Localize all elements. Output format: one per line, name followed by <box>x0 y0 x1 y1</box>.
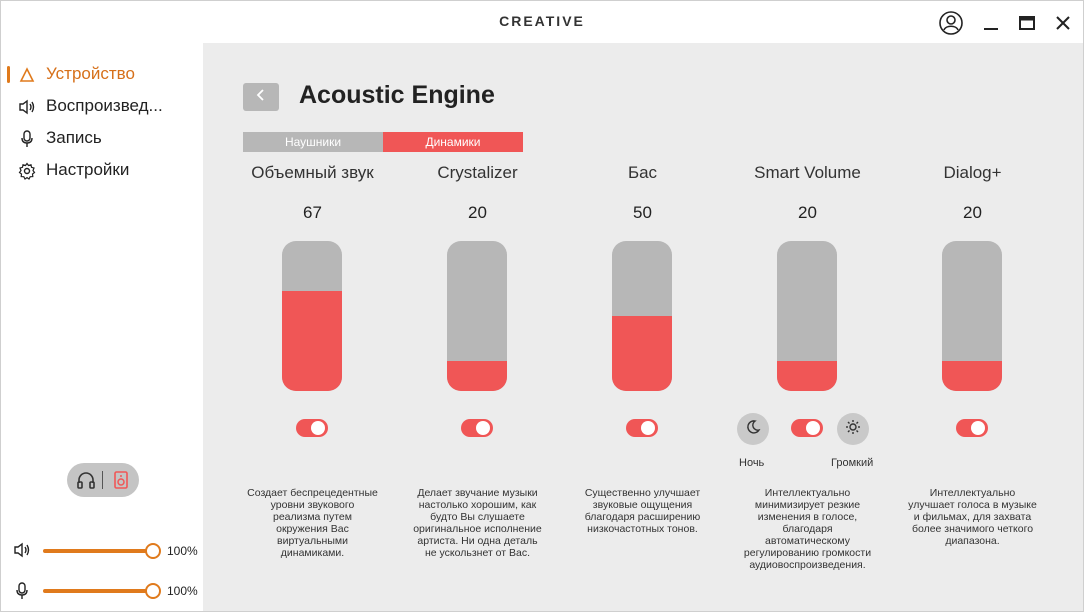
app-window: CREATIVE Устройство Воспроизвед... Запис… <box>0 0 1084 612</box>
minimize-icon[interactable] <box>977 9 1005 37</box>
effect-value: 67 <box>303 203 322 222</box>
tab-speakers[interactable]: Динамики <box>383 132 523 152</box>
effect-description: Делает звучание музыки настолько хорошим… <box>413 487 542 559</box>
maximize-icon[interactable] <box>1013 9 1041 37</box>
effect-crystalizer: Crystalizer 20 Делает звучание музыки на… <box>395 161 560 611</box>
effect-level-slider[interactable] <box>942 241 1002 391</box>
sidebar-item-device[interactable]: Устройство <box>1 59 203 89</box>
toggle-knob <box>971 421 985 435</box>
effect-title: Crystalizer <box>437 163 518 182</box>
speaker-icon <box>13 541 33 561</box>
effect-value: 20 <box>963 203 982 222</box>
effect-value: 20 <box>468 203 487 222</box>
device-icon <box>17 65 37 85</box>
effect-dialog-plus: Dialog+ 20 Интеллектуально улучшает голо… <box>890 161 1055 611</box>
effect-value: 50 <box>633 203 652 222</box>
microphone-icon <box>13 581 33 601</box>
toggle-knob <box>806 421 820 435</box>
toggle-knob <box>311 421 325 435</box>
brand-logo: CREATIVE <box>499 13 585 29</box>
switch-divider <box>102 471 103 489</box>
mic-volume-value: 100% <box>167 584 198 598</box>
sidebar-item-label: Устройство <box>46 64 135 83</box>
effect-level-slider[interactable] <box>282 241 342 391</box>
effect-level-fill <box>612 316 672 391</box>
effect-title: Dialog+ <box>943 163 1002 182</box>
playback-volume-value: 100% <box>167 544 198 558</box>
loud-mode-label: Громкий <box>831 457 874 469</box>
effect-toggle[interactable] <box>956 419 988 437</box>
effect-description: Интеллектуально улучшает голоса в музыке… <box>908 487 1037 547</box>
effect-level-fill <box>282 290 342 391</box>
back-button[interactable] <box>243 83 279 111</box>
page-title: Acoustic Engine <box>299 81 495 109</box>
tab-headphones[interactable]: Наушники <box>243 132 383 152</box>
sidebar-item-settings[interactable]: Настройки <box>1 155 203 185</box>
effect-surround: Объемный звук 67 Создает беспрецедентные… <box>230 161 395 611</box>
close-icon[interactable] <box>1049 9 1077 37</box>
toggle-knob <box>476 421 490 435</box>
speaker-box-icon[interactable] <box>111 470 131 490</box>
title-bar: CREATIVE <box>1 1 1083 43</box>
night-mode-label: Ночь <box>739 457 765 469</box>
sun-icon <box>845 419 861 440</box>
effect-description: Создает беспрецедентные уровни звукового… <box>247 487 378 559</box>
effect-toggle[interactable] <box>296 419 328 437</box>
effect-toggle[interactable] <box>626 419 658 437</box>
effect-bass: Бас 50 Существенно улучшает звуковые ощу… <box>560 161 725 611</box>
effect-title: Бас <box>627 163 658 182</box>
effect-level-slider[interactable] <box>447 241 507 391</box>
output-tabs: Наушники Динамики <box>243 132 523 152</box>
effect-value: 20 <box>798 203 817 222</box>
loud-mode-button[interactable] <box>837 413 869 445</box>
effect-level-fill <box>942 361 1002 391</box>
mic-volume-slider[interactable] <box>43 589 153 593</box>
effect-title: Объемный звук <box>251 163 374 182</box>
effect-description: Интеллектуально минимизирует резкие изме… <box>743 487 872 571</box>
speaker-icon <box>17 97 37 117</box>
sidebar-item-label: Настройки <box>46 160 130 179</box>
effect-smart-volume: Smart Volume 20 Ночь Громкий Интеллектуа… <box>725 161 890 611</box>
playback-volume-handle[interactable] <box>145 543 161 559</box>
output-device-switch[interactable] <box>67 463 139 497</box>
active-indicator <box>7 66 10 83</box>
chevron-left-icon <box>256 88 266 106</box>
sidebar-item-playback[interactable]: Воспроизвед... <box>1 91 203 121</box>
effect-description: Существенно улучшает звуковые ощущения б… <box>584 487 701 535</box>
toggle-knob <box>641 421 655 435</box>
effect-level-slider[interactable] <box>612 241 672 391</box>
sidebar-item-label: Запись <box>46 128 102 147</box>
effect-level-fill <box>777 361 837 391</box>
mic-volume-handle[interactable] <box>145 583 161 599</box>
main-panel: Acoustic Engine Наушники Динамики Объемн… <box>203 43 1083 611</box>
microphone-icon <box>17 129 37 149</box>
sidebar: Устройство Воспроизвед... Запись Настрой… <box>1 43 203 611</box>
effect-level-slider[interactable] <box>777 241 837 391</box>
user-icon[interactable] <box>937 9 965 37</box>
sidebar-item-recording[interactable]: Запись <box>1 123 203 153</box>
effect-toggle[interactable] <box>791 419 823 437</box>
sidebar-item-label: Воспроизвед... <box>46 96 163 115</box>
mic-volume-row: 100% <box>1 579 203 603</box>
effect-title: Smart Volume <box>754 163 861 182</box>
headphones-icon[interactable] <box>76 470 96 490</box>
playback-volume-slider[interactable] <box>43 549 153 553</box>
effect-toggle[interactable] <box>461 419 493 437</box>
gear-icon <box>17 161 37 181</box>
playback-volume-row: 100% <box>1 539 203 563</box>
moon-icon <box>745 419 761 440</box>
night-mode-button[interactable] <box>737 413 769 445</box>
effect-level-fill <box>447 361 507 391</box>
